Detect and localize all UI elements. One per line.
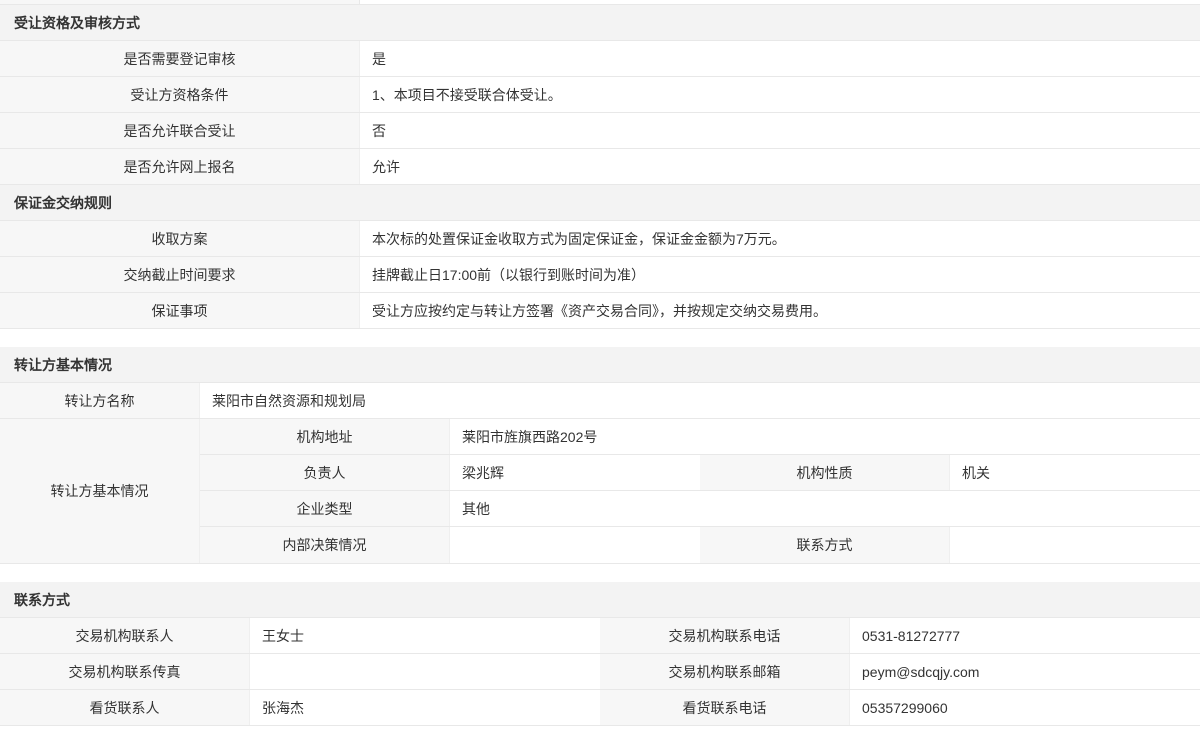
section-header-qualification: 受让资格及审核方式 [0, 5, 1200, 41]
row-value: 否 [360, 113, 1200, 148]
table-row: 交易机构联系传真 交易机构联系邮箱 peym@sdcqjy.com [0, 654, 1200, 690]
row-value [450, 527, 700, 563]
row-value: 莱阳市自然资源和规划局 [200, 383, 1200, 418]
table-row: 交纳截止时间要求 挂牌截止日17:00前（以银行到账时间为准） [0, 257, 1200, 293]
table-row: 保证事项 受让方应按约定与转让方签署《资产交易合同》，并按规定交纳交易费用。 [0, 293, 1200, 329]
transferor-table: 转让方基本情况 转让方名称 莱阳市自然资源和规划局 转让方基本情况 机构地址 莱… [0, 347, 1200, 564]
clipped-value-cell [360, 0, 1200, 4]
row-value: 05357299060 [850, 690, 1200, 725]
row-label: 企业类型 [200, 491, 450, 526]
row-value: 张海杰 [250, 690, 600, 725]
section-title: 转让方基本情况 [14, 355, 112, 375]
row-label: 机构性质 [700, 455, 950, 490]
row-value: 挂牌截止日17:00前（以银行到账时间为准） [360, 257, 1200, 292]
table-row: 受让方资格条件 1、本项目不接受联合体受让。 [0, 77, 1200, 113]
row-value: 是 [360, 41, 1200, 76]
row-label: 交易机构联系邮箱 [600, 654, 850, 689]
row-label: 收取方案 [0, 221, 360, 256]
section-spacer [0, 564, 1200, 582]
section-header-transferor: 转让方基本情况 [0, 347, 1200, 383]
row-label: 转让方名称 [0, 383, 200, 418]
row-label: 受让方资格条件 [0, 77, 360, 112]
table-row: 机构地址 莱阳市旌旗西路202号 [200, 419, 1200, 455]
row-value: 王女士 [250, 618, 600, 653]
table-row: 企业类型 其他 [200, 491, 1200, 527]
table-row: 看货联系人 张海杰 看货联系电话 05357299060 [0, 690, 1200, 726]
row-label: 是否允许联合受让 [0, 113, 360, 148]
row-label: 联系方式 [700, 527, 950, 563]
row-value [950, 527, 1200, 563]
row-label: 看货联系人 [0, 690, 250, 725]
table-row: 转让方名称 莱阳市自然资源和规划局 [0, 383, 1200, 419]
row-label: 是否允许网上报名 [0, 149, 360, 184]
section-title: 联系方式 [14, 590, 70, 610]
contact-table: 联系方式 交易机构联系人 王女士 交易机构联系电话 0531-81272777 … [0, 582, 1200, 726]
row-label: 内部决策情况 [200, 527, 450, 563]
row-value: 允许 [360, 149, 1200, 184]
row-label: 交纳截止时间要求 [0, 257, 360, 292]
row-value: peym@sdcqjy.com [850, 654, 1200, 689]
row-label: 看货联系电话 [600, 690, 850, 725]
row-label: 交易机构联系传真 [0, 654, 250, 689]
row-value: 0531-81272777 [850, 618, 1200, 653]
table-row: 交易机构联系人 王女士 交易机构联系电话 0531-81272777 [0, 618, 1200, 654]
table-row: 收取方案 本次标的处置保证金收取方式为固定保证金，保证金金额为7万元。 [0, 221, 1200, 257]
row-label: 负责人 [200, 455, 450, 490]
table-row: 是否允许网上报名 允许 [0, 149, 1200, 185]
row-value: 其他 [450, 491, 1200, 526]
section-spacer [0, 329, 1200, 347]
clipped-label-cell [0, 0, 360, 4]
row-value: 1、本项目不接受联合体受让。 [360, 77, 1200, 112]
group-rows: 机构地址 莱阳市旌旗西路202号 负责人 梁兆辉 机构性质 机关 企业类型 其他… [200, 419, 1200, 563]
section-title: 保证金交纳规则 [14, 193, 112, 213]
row-label: 交易机构联系电话 [600, 618, 850, 653]
row-value: 梁兆辉 [450, 455, 700, 490]
table-row: 是否需要登记审核 是 [0, 41, 1200, 77]
row-value [250, 654, 600, 689]
row-value: 受让方应按约定与转让方签署《资产交易合同》，并按规定交纳交易费用。 [360, 293, 1200, 328]
group-label: 转让方基本情况 [0, 419, 200, 563]
row-value: 莱阳市旌旗西路202号 [450, 419, 1200, 454]
row-value: 本次标的处置保证金收取方式为固定保证金，保证金金额为7万元。 [360, 221, 1200, 256]
table-row: 负责人 梁兆辉 机构性质 机关 [200, 455, 1200, 491]
section-title: 受让资格及审核方式 [14, 13, 140, 33]
qualification-deposit-table: 受让资格及审核方式 是否需要登记审核 是 受让方资格条件 1、本项目不接受联合体… [0, 5, 1200, 329]
row-label: 机构地址 [200, 419, 450, 454]
row-value: 机关 [950, 455, 1200, 490]
section-header-contact: 联系方式 [0, 582, 1200, 618]
transferor-detail-group: 转让方基本情况 机构地址 莱阳市旌旗西路202号 负责人 梁兆辉 机构性质 机关… [0, 419, 1200, 564]
table-row: 内部决策情况 联系方式 [200, 527, 1200, 563]
row-label: 是否需要登记审核 [0, 41, 360, 76]
row-label: 交易机构联系人 [0, 618, 250, 653]
table-row: 是否允许联合受让 否 [0, 113, 1200, 149]
section-header-deposit: 保证金交纳规则 [0, 185, 1200, 221]
row-label: 保证事项 [0, 293, 360, 328]
